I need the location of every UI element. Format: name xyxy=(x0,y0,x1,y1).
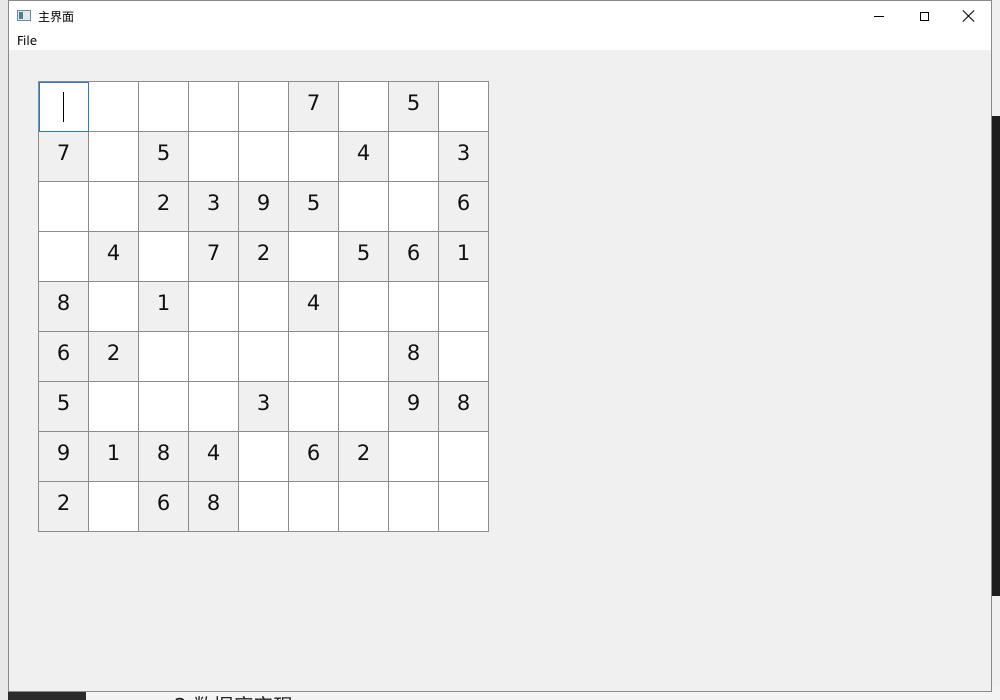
sudoku-cell-r9c2[interactable] xyxy=(89,482,139,532)
sudoku-cell-r1c7[interactable] xyxy=(339,82,389,132)
sudoku-cell-r2c8[interactable] xyxy=(389,132,439,182)
sudoku-cell-r1c4[interactable] xyxy=(189,82,239,132)
sudoku-cell-r4c2[interactable]: 4 xyxy=(89,232,139,282)
sudoku-cell-r9c3[interactable]: 6 xyxy=(139,482,189,532)
sudoku-cell-r6c8[interactable]: 8 xyxy=(389,332,439,382)
sudoku-cell-r6c3[interactable] xyxy=(139,332,189,382)
menu-bar: File xyxy=(9,31,991,50)
sudoku-cell-r2c5[interactable] xyxy=(239,132,289,182)
sudoku-cell-r2c9[interactable]: 3 xyxy=(439,132,489,182)
sudoku-cell-r2c3[interactable]: 5 xyxy=(139,132,189,182)
window-title: 主界面 xyxy=(38,10,75,24)
background-window-dark-edge xyxy=(992,116,1000,596)
sudoku-cell-r5c8[interactable] xyxy=(389,282,439,332)
sudoku-cell-r8c7[interactable]: 2 xyxy=(339,432,389,482)
sudoku-cell-r2c2[interactable] xyxy=(89,132,139,182)
sudoku-cell-r1c5[interactable] xyxy=(239,82,289,132)
sudoku-cell-r3c6[interactable]: 5 xyxy=(289,182,339,232)
title-bar[interactable]: 主界面 xyxy=(9,1,991,31)
sudoku-cell-r8c6[interactable]: 6 xyxy=(289,432,339,482)
sudoku-grid: 757543239564725618146285398918462268 xyxy=(38,81,489,532)
maximize-button[interactable] xyxy=(901,1,947,31)
sudoku-cell-r8c9[interactable] xyxy=(439,432,489,482)
sudoku-cell-r7c9[interactable]: 8 xyxy=(439,382,489,432)
sudoku-cell-r4c8[interactable]: 6 xyxy=(389,232,439,282)
sudoku-cell-r2c4[interactable] xyxy=(189,132,239,182)
sudoku-cell-r3c9[interactable]: 6 xyxy=(439,182,489,232)
sudoku-cell-r8c2[interactable]: 1 xyxy=(89,432,139,482)
sudoku-cell-r8c8[interactable] xyxy=(389,432,439,482)
sudoku-cell-r1c2[interactable] xyxy=(89,82,139,132)
sudoku-cell-r3c1[interactable] xyxy=(39,182,89,232)
sudoku-cell-r6c6[interactable] xyxy=(289,332,339,382)
sudoku-cell-r7c1[interactable]: 5 xyxy=(39,382,89,432)
close-icon xyxy=(963,10,975,22)
minimize-icon xyxy=(874,15,884,17)
sudoku-cell-r8c5[interactable] xyxy=(239,432,289,482)
sudoku-cell-r3c7[interactable] xyxy=(339,182,389,232)
sudoku-cell-r5c3[interactable]: 1 xyxy=(139,282,189,332)
sudoku-cell-r4c3[interactable] xyxy=(139,232,189,282)
sudoku-cell-r9c4[interactable]: 8 xyxy=(189,482,239,532)
desktop-background xyxy=(0,0,8,700)
sudoku-cell-r9c1[interactable]: 2 xyxy=(39,482,89,532)
sudoku-cell-r8c4[interactable]: 4 xyxy=(189,432,239,482)
sudoku-cell-r1c9[interactable] xyxy=(439,82,489,132)
main-window: 主界面 File 7575432395647256181462853989184… xyxy=(8,0,992,692)
sudoku-cell-r6c2[interactable]: 2 xyxy=(89,332,139,382)
sudoku-cell-r4c9[interactable]: 1 xyxy=(439,232,489,282)
sudoku-cell-r6c4[interactable] xyxy=(189,332,239,382)
sudoku-cell-r1c6[interactable]: 7 xyxy=(289,82,339,132)
sudoku-cell-r2c7[interactable]: 4 xyxy=(339,132,389,182)
sudoku-cell-r6c9[interactable] xyxy=(439,332,489,382)
sudoku-cell-r8c1[interactable]: 9 xyxy=(39,432,89,482)
sudoku-cell-r4c7[interactable]: 5 xyxy=(339,232,389,282)
sudoku-cell-r6c5[interactable] xyxy=(239,332,289,382)
sudoku-cell-r5c5[interactable] xyxy=(239,282,289,332)
sudoku-cell-r8c3[interactable]: 8 xyxy=(139,432,189,482)
sudoku-cell-r6c7[interactable] xyxy=(339,332,389,382)
sudoku-cell-r3c5[interactable]: 9 xyxy=(239,182,289,232)
sudoku-cell-r1c1[interactable] xyxy=(39,82,89,132)
maximize-icon xyxy=(919,11,929,21)
sudoku-cell-r4c1[interactable] xyxy=(39,232,89,282)
sudoku-cell-r2c6[interactable] xyxy=(289,132,339,182)
sudoku-cell-r1c8[interactable]: 5 xyxy=(389,82,439,132)
sudoku-cell-r5c9[interactable] xyxy=(439,282,489,332)
sudoku-cell-r7c8[interactable]: 9 xyxy=(389,382,439,432)
sudoku-cell-r4c5[interactable]: 2 xyxy=(239,232,289,282)
sudoku-cell-r3c4[interactable]: 3 xyxy=(189,182,239,232)
sudoku-cell-r6c1[interactable]: 6 xyxy=(39,332,89,382)
sudoku-cell-r3c3[interactable]: 2 xyxy=(139,182,189,232)
sudoku-cell-r1c3[interactable] xyxy=(139,82,189,132)
sudoku-cell-r7c5[interactable]: 3 xyxy=(239,382,289,432)
sudoku-cell-r5c6[interactable]: 4 xyxy=(289,282,339,332)
sudoku-cell-r9c7[interactable] xyxy=(339,482,389,532)
sudoku-cell-r7c6[interactable] xyxy=(289,382,339,432)
minimize-button[interactable] xyxy=(856,1,902,31)
sudoku-cell-r7c2[interactable] xyxy=(89,382,139,432)
sudoku-cell-r3c8[interactable] xyxy=(389,182,439,232)
sudoku-cell-r4c4[interactable]: 7 xyxy=(189,232,239,282)
sudoku-cell-r9c9[interactable] xyxy=(439,482,489,532)
sudoku-cell-r5c1[interactable]: 8 xyxy=(39,282,89,332)
sudoku-cell-r7c7[interactable] xyxy=(339,382,389,432)
sudoku-cell-r7c4[interactable] xyxy=(189,382,239,432)
sudoku-cell-r5c7[interactable] xyxy=(339,282,389,332)
text-cursor xyxy=(63,91,64,122)
sudoku-cell-r2c1[interactable]: 7 xyxy=(39,132,89,182)
sudoku-cell-r7c3[interactable] xyxy=(139,382,189,432)
sudoku-cell-r4c6[interactable] xyxy=(289,232,339,282)
app-icon xyxy=(17,10,31,21)
sudoku-cell-r9c8[interactable] xyxy=(389,482,439,532)
close-button[interactable] xyxy=(946,1,992,31)
menu-file[interactable]: File xyxy=(15,34,39,48)
sudoku-cell-r3c2[interactable] xyxy=(89,182,139,232)
sudoku-cell-r5c4[interactable] xyxy=(189,282,239,332)
sudoku-cell-r9c5[interactable] xyxy=(239,482,289,532)
sudoku-cell-r5c2[interactable] xyxy=(89,282,139,332)
sudoku-cell-r9c6[interactable] xyxy=(289,482,339,532)
